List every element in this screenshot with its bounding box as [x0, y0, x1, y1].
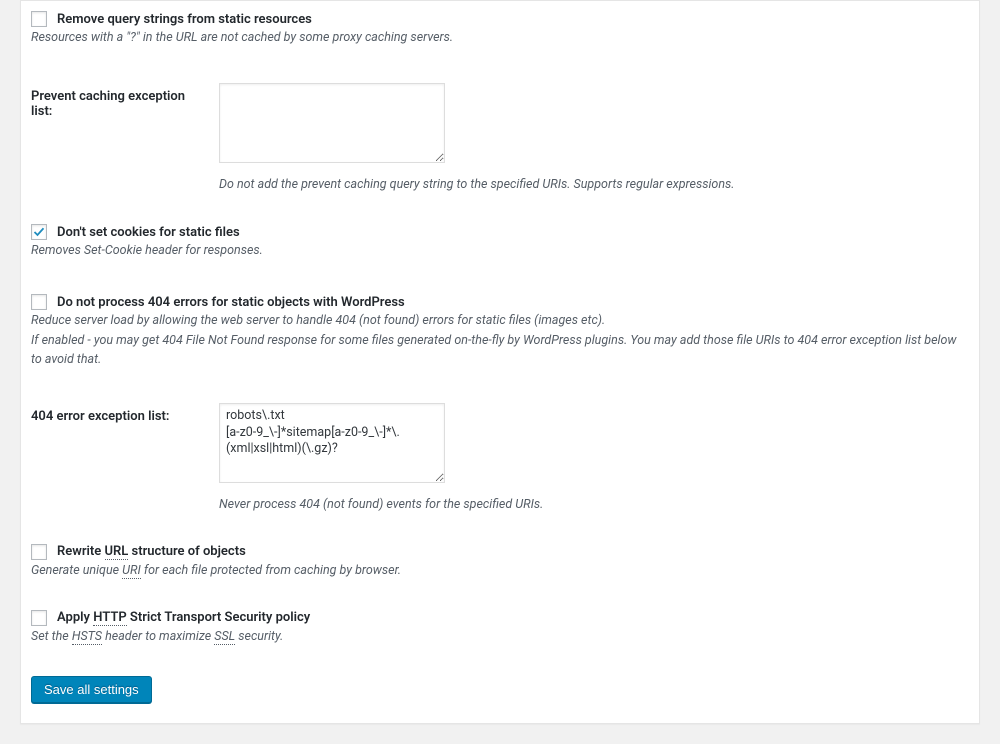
rewrite-url-desc-suffix: for each file protected from caching by …	[141, 563, 401, 578]
error-404-exception-label: 404 error exception list:	[31, 403, 199, 424]
no-cookies-static-label[interactable]: Don't set cookies for static files	[57, 225, 240, 240]
prevent-caching-exception-textarea[interactable]	[219, 83, 445, 163]
no-404-wp-desc2: If enabled - you may get 404 File Not Fo…	[31, 332, 969, 368]
apply-hsts-desc-prefix: Set the	[31, 629, 72, 644]
error-404-exception-desc: Never process 404 (not found) events for…	[219, 497, 969, 512]
rewrite-url-label-suffix: structure of objects	[128, 544, 245, 559]
setting-remove-query-strings: Remove query strings from static resourc…	[31, 11, 969, 47]
apply-hsts-label[interactable]: Apply HTTP Strict Transport Security pol…	[57, 610, 310, 625]
rewrite-url-desc-abbr: URI	[122, 563, 141, 579]
no-cookies-static-desc: Removes Set-Cookie header for responses.	[31, 242, 969, 260]
remove-query-strings-label[interactable]: Remove query strings from static resourc…	[57, 12, 312, 27]
save-all-settings-button[interactable]: Save all settings	[31, 676, 152, 703]
no-404-wp-desc1: Reduce server load by allowing the web s…	[31, 312, 969, 330]
no-404-wp-label[interactable]: Do not process 404 errors for static obj…	[57, 295, 405, 310]
rewrite-url-label-prefix: Rewrite	[57, 544, 105, 559]
setting-no-404-wp: Do not process 404 errors for static obj…	[31, 294, 969, 368]
setting-apply-hsts: Apply HTTP Strict Transport Security pol…	[31, 610, 969, 646]
no-404-wp-checkbox[interactable]	[31, 294, 47, 310]
setting-rewrite-url: Rewrite URL structure of objects Generat…	[31, 544, 969, 580]
apply-hsts-checkbox[interactable]	[31, 610, 47, 626]
error-404-exception-textarea[interactable]	[219, 403, 445, 483]
apply-hsts-desc-abbr2: SSL	[214, 629, 235, 645]
apply-hsts-desc-mid: header to maximize	[102, 629, 214, 644]
setting-404-exception: 404 error exception list: Never process …	[31, 403, 969, 512]
rewrite-url-checkbox[interactable]	[31, 544, 47, 560]
rewrite-url-desc-prefix: Generate unique	[31, 563, 122, 578]
prevent-caching-exception-desc: Do not add the prevent caching query str…	[219, 177, 969, 192]
setting-no-cookies-static: Don't set cookies for static files Remov…	[31, 224, 969, 260]
settings-panel: Remove query strings from static resourc…	[20, 0, 980, 724]
setting-prevent-caching-exception: Prevent caching exception list: Do not a…	[31, 83, 969, 192]
rewrite-url-label-abbr: URL	[105, 544, 129, 560]
no-cookies-static-checkbox[interactable]	[31, 224, 47, 240]
apply-hsts-label-abbr: HTTP	[93, 610, 126, 626]
rewrite-url-label[interactable]: Rewrite URL structure of objects	[57, 544, 246, 559]
apply-hsts-label-suffix: Strict Transport Security policy	[127, 610, 311, 625]
apply-hsts-label-prefix: Apply	[57, 610, 93, 625]
remove-query-strings-desc: Resources with a "?" in the URL are not …	[31, 29, 969, 47]
remove-query-strings-checkbox[interactable]	[31, 11, 47, 27]
apply-hsts-desc-abbr1: HSTS	[72, 629, 102, 645]
apply-hsts-desc-suffix: security.	[235, 629, 283, 644]
rewrite-url-desc: Generate unique URI for each file protec…	[31, 562, 969, 580]
apply-hsts-desc: Set the HSTS header to maximize SSL secu…	[31, 628, 969, 646]
prevent-caching-exception-label: Prevent caching exception list:	[31, 83, 199, 119]
